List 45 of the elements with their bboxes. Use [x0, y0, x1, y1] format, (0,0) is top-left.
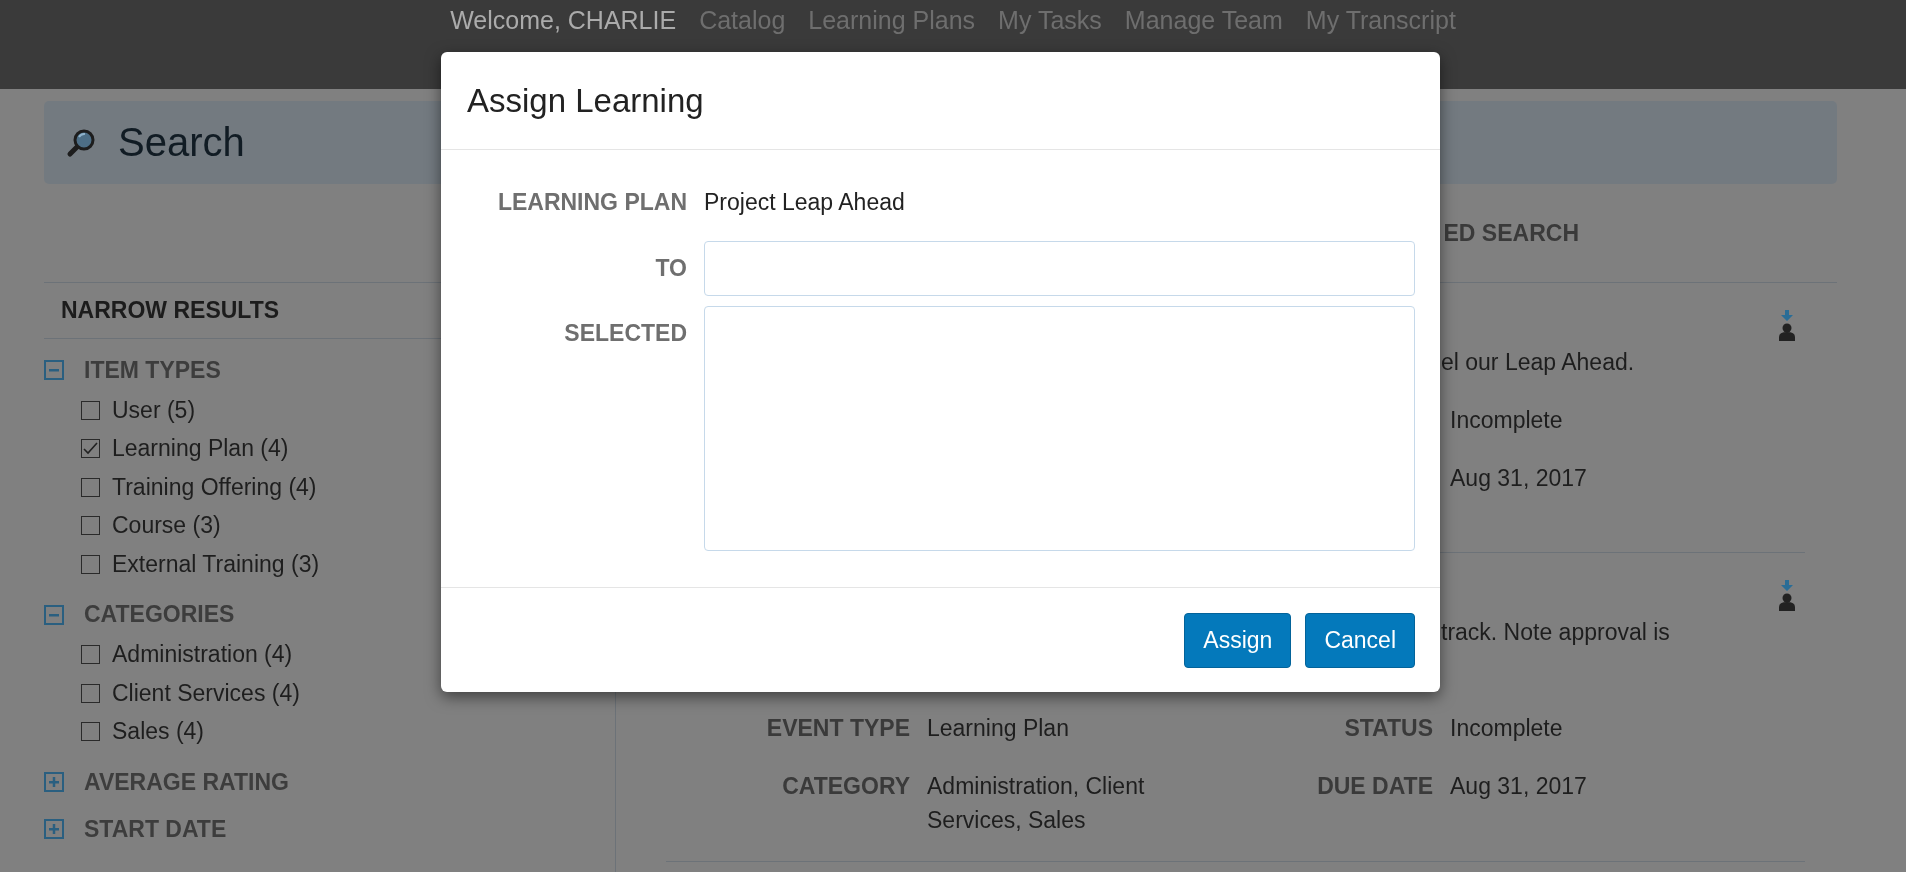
- page-title: Search: [118, 120, 245, 165]
- result-description: el our Leap Ahead.: [1441, 348, 1636, 377]
- filter-option[interactable]: User (5): [112, 396, 196, 424]
- field-value: Incomplete: [1450, 406, 1564, 435]
- field-label: EVENT TYPE: [765, 714, 910, 743]
- filter-option[interactable]: Learning Plan (4): [112, 435, 289, 463]
- checkbox[interactable]: [81, 554, 100, 574]
- checkbox[interactable]: [81, 516, 100, 536]
- field-value: Aug 31, 2017: [1450, 464, 1588, 493]
- filter-option[interactable]: Course (3): [112, 512, 221, 540]
- search-icon: [66, 127, 96, 158]
- assign-person-icon: [1776, 580, 1798, 611]
- checkbox[interactable]: [81, 477, 100, 497]
- checkbox[interactable]: [81, 400, 100, 420]
- field-value: Incomplete: [1450, 714, 1564, 743]
- field-value: Learning Plan: [927, 714, 1070, 743]
- checkbox[interactable]: [81, 722, 100, 742]
- filter-option[interactable]: Training Offering (4): [112, 473, 317, 501]
- checkbox[interactable]: [81, 645, 100, 665]
- input-field[interactable]: [704, 240, 1415, 296]
- field-label: TO: [654, 253, 687, 283]
- field-value: Administration, Client Services, Sales: [927, 772, 1146, 835]
- filter-option[interactable]: Sales (4): [112, 718, 205, 746]
- field-label: DUE DATE: [1316, 772, 1433, 801]
- cancel-button[interactable]: Cancel: [1305, 613, 1415, 668]
- filter-option[interactable]: Administration (4): [112, 641, 293, 669]
- filter-option[interactable]: External Training (3): [112, 550, 320, 578]
- checkbox[interactable]: [81, 439, 100, 459]
- filter-group-title[interactable]: START DATE: [84, 815, 227, 843]
- checkbox[interactable]: [81, 683, 100, 703]
- filter-group-title[interactable]: CATEGORIES: [84, 601, 235, 628]
- field-value: Aug 31, 2017: [1450, 772, 1588, 801]
- filter-option[interactable]: Client Services (4): [112, 679, 300, 707]
- filter-group-title[interactable]: AVERAGE RATING: [84, 768, 289, 796]
- result-description: track. Note approval is: [1441, 618, 1671, 647]
- field-label: LEARNING PLAN: [496, 188, 687, 217]
- advanced-search-link[interactable]: ED SEARCH: [1443, 219, 1579, 247]
- dialog-title: Assign Learning: [467, 81, 704, 120]
- field-value: Project Leap Ahead: [704, 188, 906, 217]
- field-label: CATEGORY: [781, 772, 910, 801]
- field-label: STATUS: [1343, 714, 1433, 743]
- assign-person-icon: [1776, 310, 1798, 341]
- assign-button[interactable]: Assign: [1184, 613, 1292, 668]
- welcome-text: Welcome, CHARLIE: [450, 5, 677, 36]
- filter-group-title[interactable]: ITEM TYPES: [84, 356, 221, 384]
